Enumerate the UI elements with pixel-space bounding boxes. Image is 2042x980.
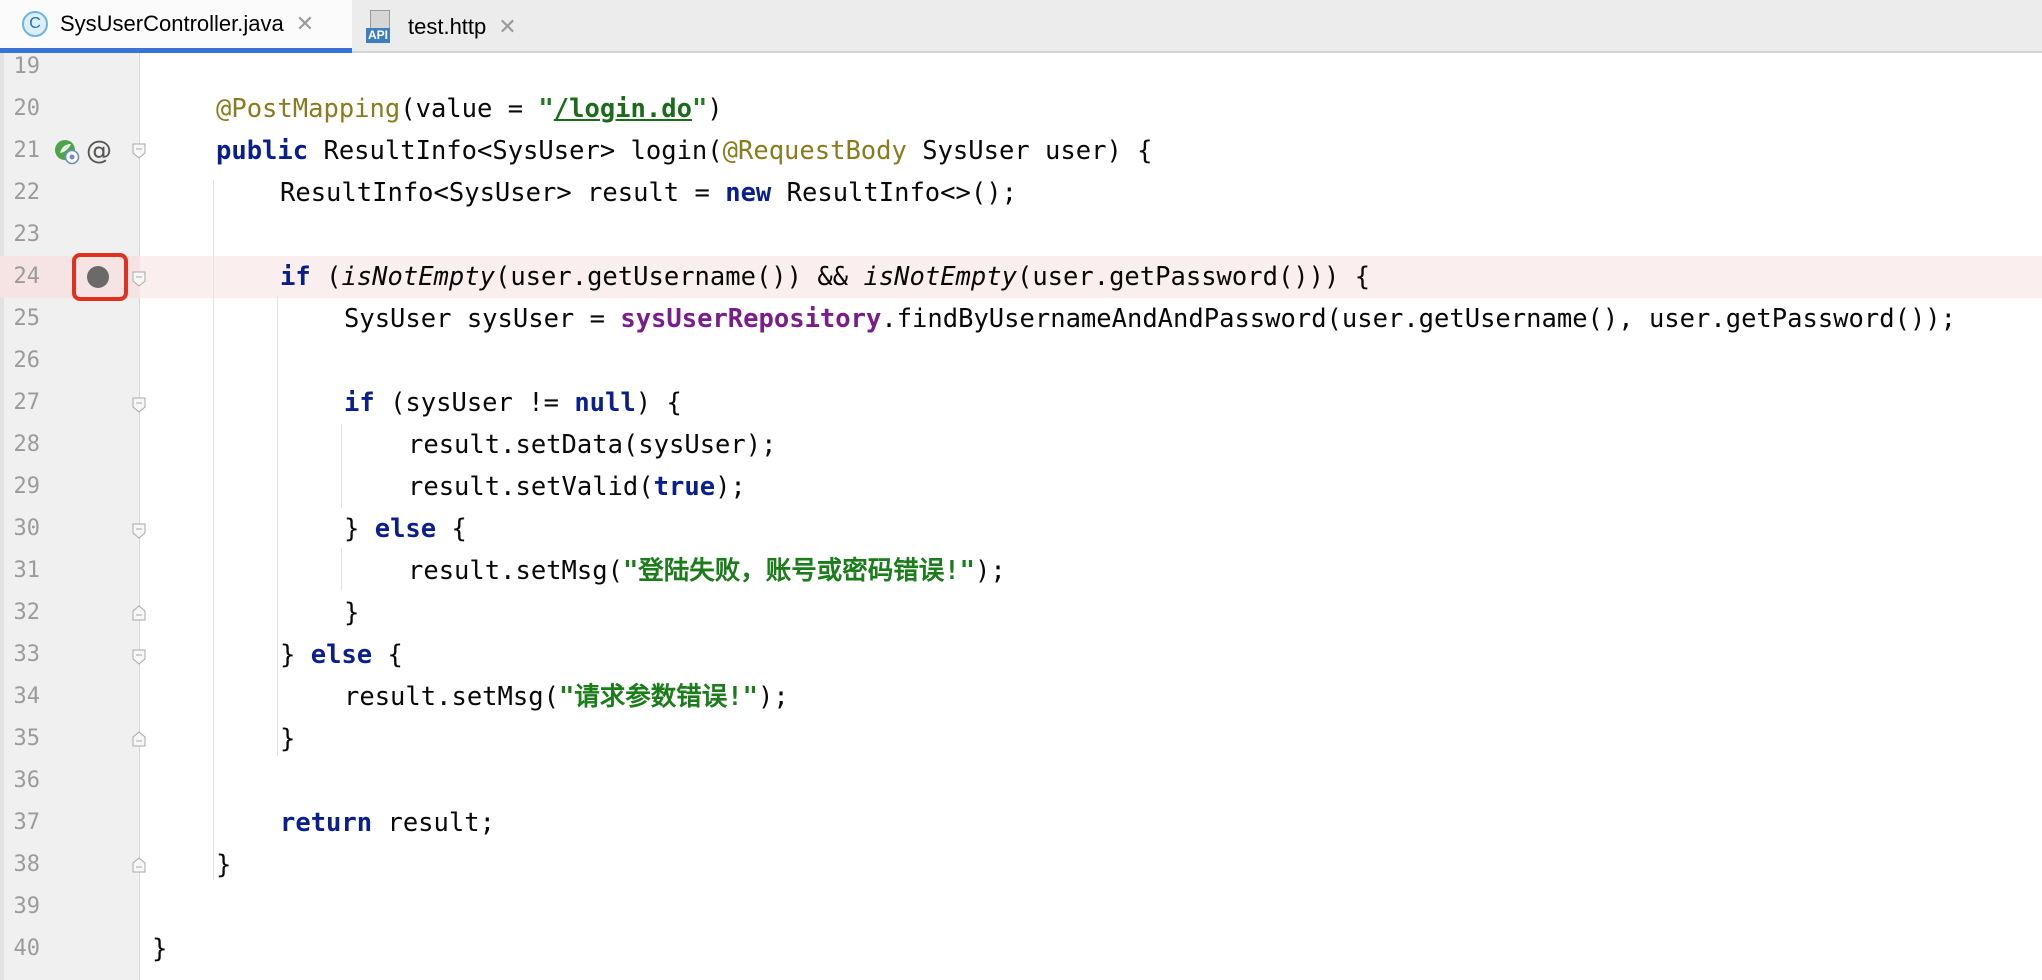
line-number[interactable]: 29 — [0, 466, 41, 508]
line-number[interactable]: 23 — [0, 214, 41, 256]
line-number[interactable]: 25 — [0, 298, 41, 340]
line-number[interactable]: 33 — [0, 634, 41, 676]
code-line-22[interactable]: ResultInfo<SysUser> result = new ResultI… — [280, 172, 1017, 214]
line-number[interactable]: 21 — [0, 130, 41, 172]
line-number[interactable]: 27 — [0, 382, 41, 424]
line-number[interactable]: 36 — [0, 760, 41, 802]
fold-collapse-icon[interactable] — [132, 143, 146, 159]
line-number[interactable]: 38 — [0, 844, 41, 886]
gutter-separator — [139, 53, 140, 980]
tab-test-http[interactable]: API test.http ✕ — [366, 0, 546, 53]
code-line-31[interactable]: result.setMsg("登陆失败，账号或密码错误!"); — [408, 550, 1006, 592]
line-number[interactable]: 28 — [0, 424, 41, 466]
tab-label: SysUserController.java — [60, 11, 284, 36]
fold-collapse-icon[interactable] — [132, 397, 146, 413]
code-line-25[interactable]: SysUser sysUser = sysUserRepository.find… — [344, 298, 1956, 340]
code-line-35[interactable]: } — [280, 718, 295, 760]
code-line-30[interactable]: } else { — [344, 508, 467, 550]
code-line-40[interactable]: } — [152, 928, 167, 970]
tab-sysusercontroller[interactable]: C SysUserController.java ✕ — [0, 0, 352, 53]
tab-label: test.http — [408, 13, 487, 39]
line-number[interactable]: 22 — [0, 172, 41, 214]
indent-guide — [277, 676, 278, 718]
line-number[interactable]: 40 — [0, 928, 41, 970]
spring-bean-icon[interactable] — [54, 139, 80, 169]
code-line-20[interactable]: @PostMapping(value = "/login.do") — [216, 88, 723, 130]
fold-collapse-icon[interactable] — [132, 271, 146, 287]
close-icon[interactable]: ✕ — [498, 14, 516, 40]
indent-guide — [341, 424, 342, 508]
line-number[interactable]: 35 — [0, 718, 41, 760]
code-line-33[interactable]: } else { — [280, 634, 403, 676]
line-number[interactable]: 20 — [0, 88, 41, 130]
code-line-29[interactable]: result.setValid(true); — [408, 466, 746, 508]
breakpoint-icon[interactable] — [87, 266, 109, 288]
line-number[interactable]: 30 — [0, 508, 41, 550]
code-line-34[interactable]: result.setMsg("请求参数错误!"); — [344, 676, 789, 718]
fold-end-icon[interactable] — [132, 731, 146, 747]
line-number[interactable]: 26 — [0, 340, 41, 382]
fold-end-icon[interactable] — [132, 605, 146, 621]
line-number[interactable]: 19 — [0, 46, 41, 88]
code-line-28[interactable]: result.setData(sysUser); — [408, 424, 776, 466]
code-line-32[interactable]: } — [344, 592, 359, 634]
code-line-21[interactable]: public ResultInfo<SysUser> login(@Reques… — [216, 130, 1153, 172]
close-icon[interactable]: ✕ — [296, 11, 314, 37]
fold-collapse-icon[interactable] — [132, 649, 146, 665]
line-number[interactable]: 34 — [0, 676, 41, 718]
at-annotation-icon[interactable]: @ — [86, 134, 112, 168]
indent-guide — [213, 180, 214, 880]
line-number[interactable]: 24 — [0, 256, 41, 298]
code-line-38[interactable]: } — [216, 844, 231, 886]
api-file-icon: API — [366, 9, 396, 44]
fold-collapse-icon[interactable] — [132, 523, 146, 539]
java-class-icon: C — [22, 11, 48, 37]
line-number[interactable]: 31 — [0, 550, 41, 592]
code-line-24[interactable]: if (isNotEmpty(user.getUsername()) && is… — [280, 256, 1370, 298]
fold-end-icon[interactable] — [132, 857, 146, 873]
line-number[interactable]: 32 — [0, 592, 41, 634]
code-line-27[interactable]: if (sysUser != null) { — [344, 382, 682, 424]
code-line-37[interactable]: return result; — [280, 802, 495, 844]
editor-tab-bar: C SysUserController.java ✕ API test.http… — [0, 0, 2042, 53]
line-number[interactable]: 37 — [0, 802, 41, 844]
line-number[interactable]: 39 — [0, 886, 41, 928]
indent-guide — [341, 548, 342, 590]
